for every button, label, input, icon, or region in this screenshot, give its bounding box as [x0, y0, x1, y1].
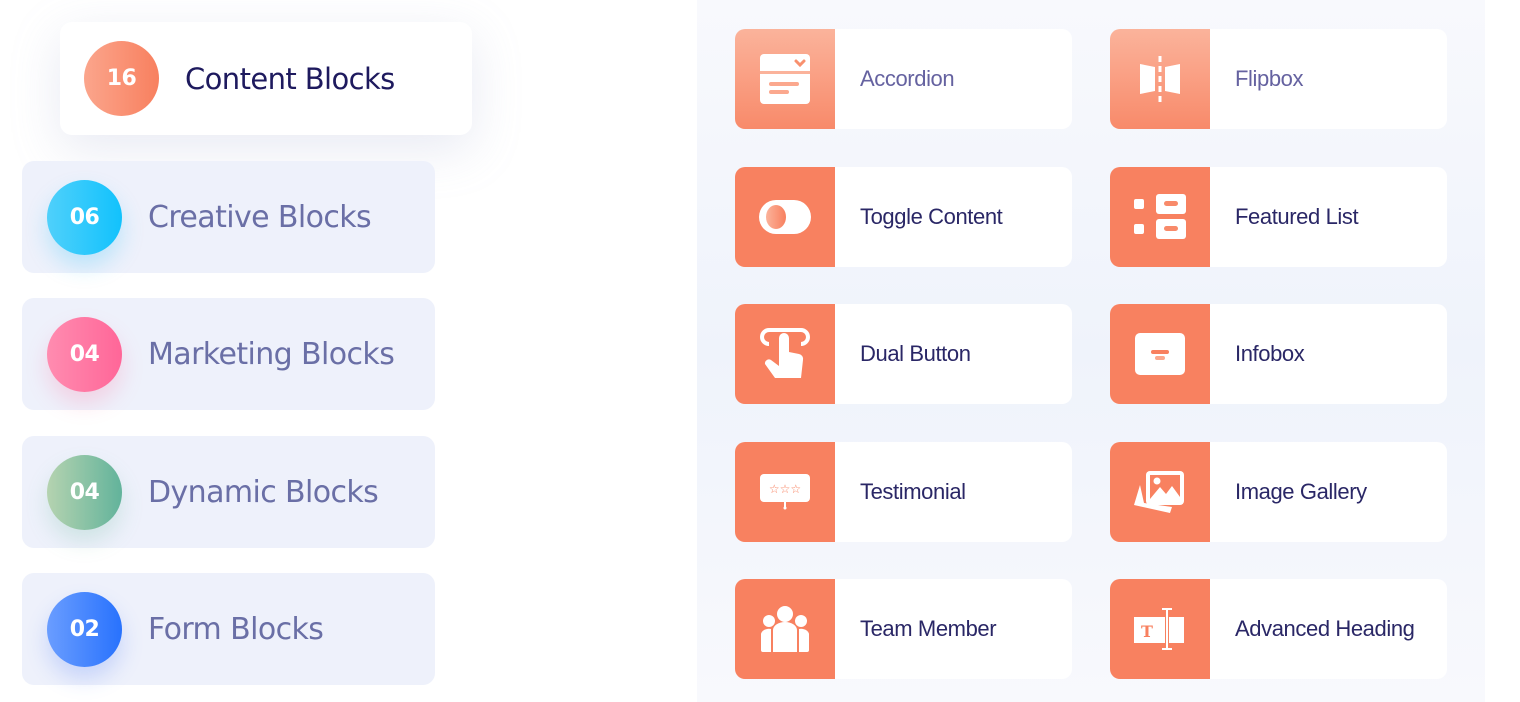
widget-label: Toggle Content [860, 204, 1003, 229]
widget-image-gallery[interactable]: Image Gallery [1110, 442, 1447, 542]
count-badge: 02 [47, 591, 122, 667]
widget-featured-list[interactable]: Featured List [1110, 167, 1447, 267]
accordion-icon [735, 29, 835, 129]
category-label: Content Blocks [185, 61, 395, 96]
category-form-blocks[interactable]: 02 Form Blocks [22, 573, 435, 685]
widget-label: Image Gallery [1235, 479, 1367, 504]
widget-label: Featured List [1235, 204, 1359, 229]
image-gallery-icon [1110, 442, 1210, 542]
infobox-icon [1110, 304, 1210, 404]
category-label: Dynamic Blocks [148, 474, 379, 510]
widget-team-member[interactable]: Team Member [735, 579, 1072, 679]
count-badge: 04 [47, 454, 122, 530]
widget-advanced-heading[interactable]: T Advanced Heading [1110, 579, 1447, 679]
widget-testimonial[interactable]: ☆☆☆ Testimonial [735, 442, 1072, 542]
widget-label: Advanced Heading [1235, 616, 1415, 641]
category-label: Creative Blocks [148, 199, 372, 235]
count-badge: 06 [47, 179, 122, 255]
category-marketing-blocks[interactable]: 04 Marketing Blocks [22, 298, 435, 410]
widget-label: Infobox [1235, 341, 1305, 366]
widget-label: Team Member [860, 616, 997, 641]
widget-label: Dual Button [860, 341, 971, 366]
widget-dual-button[interactable]: Dual Button [735, 304, 1072, 404]
svg-text:☆☆☆: ☆☆☆ [769, 482, 801, 496]
svg-text:T: T [1141, 622, 1153, 641]
category-content-blocks[interactable]: 16 Content Blocks [60, 22, 472, 135]
category-label: Marketing Blocks [148, 336, 395, 372]
count-badge: 04 [47, 316, 122, 392]
testimonial-icon: ☆☆☆ [735, 442, 835, 542]
widget-infobox[interactable]: Infobox [1110, 304, 1447, 404]
category-dynamic-blocks[interactable]: 04 Dynamic Blocks [22, 436, 435, 548]
category-creative-blocks[interactable]: 06 Creative Blocks [22, 161, 435, 273]
widget-label: Testimonial [860, 479, 966, 504]
widget-label: Flipbox [1235, 66, 1304, 91]
toggle-icon [735, 167, 835, 267]
advanced-heading-icon: T [1110, 579, 1210, 679]
widget-label: Accordion [860, 66, 955, 91]
team-member-icon [735, 579, 835, 679]
widget-toggle-content[interactable]: Toggle Content [735, 167, 1072, 267]
count-badge: 16 [84, 41, 159, 116]
dual-button-icon [735, 304, 835, 404]
featured-list-icon [1110, 167, 1210, 267]
category-label: Form Blocks [148, 611, 324, 647]
widget-flipbox[interactable]: Flipbox [1110, 29, 1447, 129]
widget-accordion[interactable]: Accordion [735, 29, 1072, 129]
flipbox-icon [1110, 29, 1210, 129]
